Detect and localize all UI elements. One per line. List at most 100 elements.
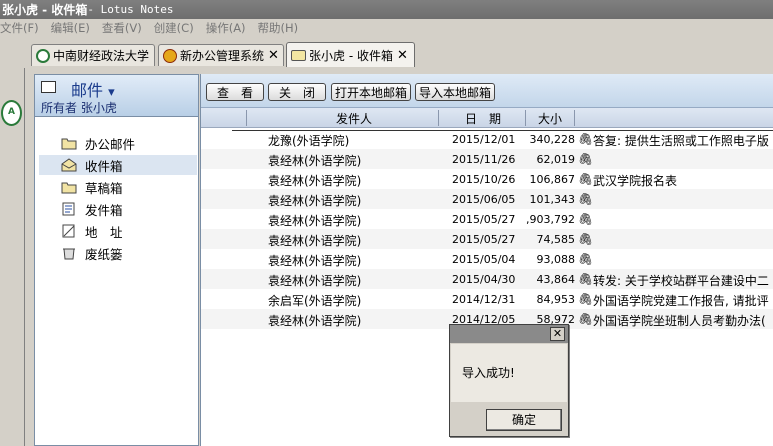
navigator-title-text: 邮件 xyxy=(71,81,104,100)
row-sender: 袁经林(外语学院) xyxy=(268,214,362,228)
row-size: 340,228 xyxy=(529,133,576,146)
mail-icon xyxy=(41,81,56,93)
trash-icon xyxy=(61,246,77,260)
app-logo-icon xyxy=(163,48,177,63)
menu-edit[interactable]: 编辑(E) xyxy=(51,20,90,36)
row-date: 2015/11/26 xyxy=(452,153,516,166)
row-sender: 袁经林(外语学院) xyxy=(268,194,362,208)
table-row[interactable]: 袁经林(外语学院) 2015/10/26 106,867 🖇 武汉学院报名表 xyxy=(201,169,773,189)
row-subject: 外国语学院党建工作报告, 请批评 xyxy=(593,294,769,308)
nav-item-label: 发件箱 xyxy=(85,202,123,218)
row-size: 93,088 xyxy=(536,253,576,266)
row-size: 84,953 xyxy=(536,293,576,306)
tab-label: 张小虎 - 收件箱 xyxy=(309,48,393,63)
ok-button[interactable]: 确定 xyxy=(486,409,562,431)
attachment-icon: 🖇 xyxy=(578,172,594,186)
nav-item-outbox[interactable]: 发件箱 xyxy=(39,199,197,219)
inbox-icon xyxy=(61,158,77,172)
row-date: 2014/12/31 xyxy=(452,293,516,306)
navigator-header: 邮件 ▾ 所有者 张小虎 xyxy=(35,75,198,117)
address-book-icon xyxy=(61,224,77,238)
row-subject: 外国语学院坐班制人员考勤办法( xyxy=(593,314,766,328)
table-row[interactable]: 袁经林(外语学院) 2015/06/05 101,343 🖇 xyxy=(201,189,773,209)
tab-inbox[interactable]: 张小虎 - 收件箱 ✕ xyxy=(286,42,415,67)
attachment-icon: 🖇 xyxy=(578,132,594,146)
attachment-icon: 🖇 xyxy=(578,292,594,306)
table-row[interactable]: 袁经林(外语学院) 2015/05/27 74,585 🖇 xyxy=(201,229,773,249)
attachment-icon: 🖇 xyxy=(578,312,594,326)
row-size: 62,019 xyxy=(536,153,576,166)
navigator-pane: 邮件 ▾ 所有者 张小虎 办公邮件 收件箱 草稿箱 发件箱 地 址 废纸篓 xyxy=(34,74,199,446)
row-sender: 袁经林(外语学院) xyxy=(268,314,362,328)
globe-icon xyxy=(36,48,50,63)
table-row[interactable]: 余启军(外语学院) 2014/12/31 84,953 🖇 外国语学院党建工作报… xyxy=(201,289,773,309)
attachment-icon: 🖇 xyxy=(578,152,594,166)
menu-create[interactable]: 创建(C) xyxy=(154,20,194,36)
import-local-mailbox-button[interactable]: 导入本地邮箱 xyxy=(415,83,495,101)
table-row[interactable]: 龙豫(外语学院) 2015/12/01 340,228 🖇 答复: 提供生活照或… xyxy=(201,129,773,149)
close-button[interactable]: 关 闭 xyxy=(268,83,326,101)
window-app-name: - Lotus Notes xyxy=(87,3,174,16)
close-icon[interactable]: ✕ xyxy=(550,327,565,341)
row-date: 2015/05/27 xyxy=(452,213,516,226)
view-button[interactable]: 查 看 xyxy=(206,83,264,101)
row-size: 106,867 xyxy=(529,173,576,186)
menu-actions[interactable]: 操作(A) xyxy=(206,20,246,36)
table-row[interactable]: 袁经林(外语学院) 2015/04/30 43,864 🖇 转发: 关于学校站群… xyxy=(201,269,773,289)
navigator-title[interactable]: 邮件 ▾ xyxy=(71,77,115,101)
attachment-icon: 🖇 xyxy=(578,252,594,266)
attachment-icon: 🖇 xyxy=(578,212,594,226)
row-date: 2015/05/04 xyxy=(452,253,516,266)
nav-item-label: 收件箱 xyxy=(85,158,123,174)
row-size: ,903,792 xyxy=(526,213,575,226)
row-subject: 转发: 关于学校站群平台建设中二 xyxy=(593,274,769,288)
nav-item-label: 废纸篓 xyxy=(85,246,123,262)
folder-icon xyxy=(61,136,77,150)
tab-label: 新办公管理系统 xyxy=(180,49,265,63)
row-sender: 袁经林(外语学院) xyxy=(268,274,362,288)
row-sender: 袁经林(外语学院) xyxy=(268,174,362,188)
nav-item-trash[interactable]: 废纸篓 xyxy=(39,243,197,263)
window-title: 张小虎 - 收件箱 xyxy=(2,3,88,17)
nav-item-label: 办公邮件 xyxy=(85,136,136,152)
menu-bar: 文件(F) 编辑(E) 查看(V) 创建(C) 操作(A) 帮助(H) xyxy=(0,19,773,36)
row-date: 2015/10/26 xyxy=(452,173,516,186)
row-sender: 袁经林(外语学院) xyxy=(268,254,362,268)
row-sender: 袁经林(外语学院) xyxy=(268,154,362,168)
table-row[interactable]: 袁经林(外语学院) 2015/11/26 62,019 🖇 xyxy=(201,149,773,169)
table-row[interactable]: 袁经林(外语学院) 2015/05/04 93,088 🖇 xyxy=(201,249,773,269)
import-success-dialog: ✕ 导入成功! 确定 xyxy=(449,324,569,437)
column-sender[interactable]: 发件人 xyxy=(336,110,372,127)
nav-item-drafts[interactable]: 草稿箱 xyxy=(39,177,197,197)
menu-help[interactable]: 帮助(H) xyxy=(258,20,299,36)
nav-item-label: 地 址 xyxy=(85,224,123,240)
row-size: 101,343 xyxy=(529,193,576,206)
attachment-icon: 🖇 xyxy=(578,232,594,246)
owner-label: 所有者 张小虎 xyxy=(41,101,117,115)
row-date: 2015/12/01 xyxy=(452,133,516,146)
university-badge-icon[interactable]: A xyxy=(1,100,22,126)
nav-item-office-mail[interactable]: 办公邮件 xyxy=(39,133,197,153)
table-row[interactable]: 袁经林(外语学院) 2015/05/27 ,903,792 🖇 xyxy=(201,209,773,229)
close-icon[interactable]: ✕ xyxy=(397,48,408,63)
row-sender: 龙豫(外语学院) xyxy=(268,134,350,148)
column-date[interactable]: 日 期 xyxy=(465,110,501,127)
close-icon[interactable]: ✕ xyxy=(268,48,279,63)
column-separator xyxy=(438,110,439,126)
tab-strip: 中南财经政法大学 新办公管理系统 ✕ 张小虎 - 收件箱 ✕ xyxy=(0,38,773,68)
row-date: 2015/06/05 xyxy=(452,193,516,206)
nav-item-inbox[interactable]: 收件箱 xyxy=(39,155,197,175)
tab-university[interactable]: 中南财经政法大学 xyxy=(31,44,155,66)
drafts-icon xyxy=(61,180,77,194)
row-subject: 武汉学院报名表 xyxy=(593,174,678,188)
menu-file[interactable]: 文件(F) xyxy=(0,20,39,36)
tab-label: 中南财经政法大学 xyxy=(53,49,150,63)
column-size[interactable]: 大小 xyxy=(538,110,562,127)
row-sender: 袁经林(外语学院) xyxy=(268,234,362,248)
row-date: 2015/05/27 xyxy=(452,233,516,246)
menu-view[interactable]: 查看(V) xyxy=(102,20,142,36)
open-local-mailbox-button[interactable]: 打开本地邮箱 xyxy=(331,83,411,101)
row-sender: 余启军(外语学院) xyxy=(268,294,362,308)
tab-office-system[interactable]: 新办公管理系统 ✕ xyxy=(158,44,284,66)
nav-item-address[interactable]: 地 址 xyxy=(39,221,197,241)
